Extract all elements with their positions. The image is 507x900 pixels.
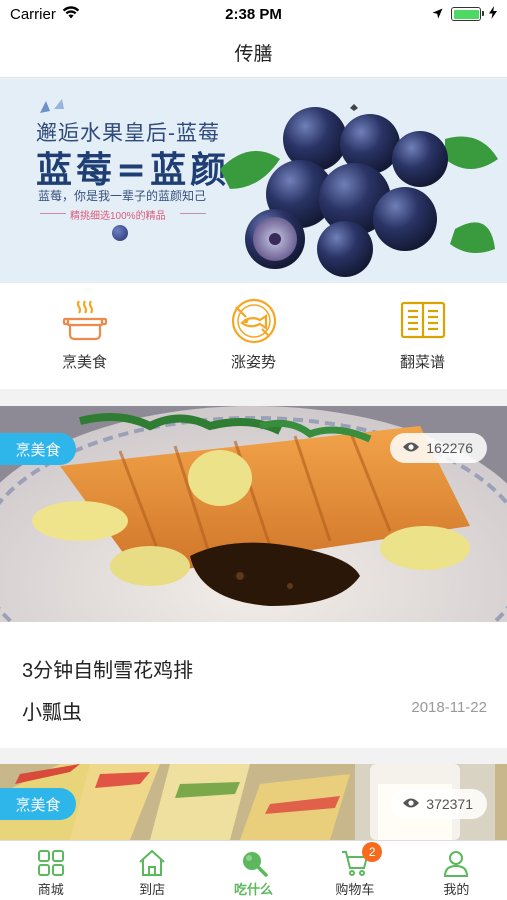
view-count: 372371 [390, 789, 487, 819]
status-bar: Carrier 2:38 PM [0, 0, 507, 28]
tab-label: 到店 [139, 882, 166, 897]
tab-mine[interactable]: 我的 [406, 841, 507, 900]
tab-cart[interactable]: 2 购物车 [304, 841, 405, 900]
view-count-value: 162276 [426, 440, 473, 456]
blueberries-image [220, 104, 498, 277]
magnifier-icon [239, 849, 269, 877]
user-icon [441, 849, 471, 877]
decor-drops-icon [40, 99, 64, 113]
grid-icon [36, 849, 66, 877]
tab-label: 我的 [443, 882, 470, 897]
category-row: 烹美食 涨姿势 翻菜谱 [0, 283, 507, 389]
battery-icon [451, 7, 484, 21]
eye-icon [402, 440, 420, 456]
page-title: 传膳 [234, 44, 273, 65]
category-label: 烹美食 [61, 354, 107, 371]
home-icon [137, 849, 167, 877]
location-arrow-icon [432, 6, 443, 23]
cart-count-badge: 2 [362, 842, 383, 862]
category-cook-food[interactable]: 烹美食 [0, 283, 169, 389]
recipe-author: 小瓢虫 [22, 702, 82, 724]
category-badge: 烹美食 [0, 788, 76, 820]
recipe-title: 3分钟自制雪花鸡排 [22, 660, 194, 682]
fish-plate-icon [230, 297, 278, 345]
category-recipes[interactable]: 翻菜谱 [338, 283, 507, 389]
category-label: 翻菜谱 [399, 354, 445, 371]
status-left: Carrier [10, 6, 80, 23]
view-count-value: 372371 [426, 796, 473, 812]
battery-fill [453, 9, 479, 19]
recipe-card[interactable]: 烹美食 372371 [0, 764, 507, 840]
status-right [432, 5, 497, 23]
bottom-tab-bar: 商城 到店 吃什么 2 购物车 我的 [0, 840, 507, 900]
category-tips[interactable]: 涨姿势 [169, 283, 338, 389]
tab-label: 商城 [37, 882, 64, 897]
tab-label: 购物车 [335, 882, 375, 897]
banner-subtitle: 蓝莓，你是我一辈子的蓝颜知己 [38, 189, 207, 203]
recipe-date: 2018-11-22 [411, 699, 487, 716]
banner-title: 蓝莓=蓝颜 [36, 149, 231, 191]
cooking-pot-icon [61, 297, 109, 345]
charging-icon [489, 5, 497, 23]
blueberry-dot-icon [112, 225, 128, 241]
tab-mall[interactable]: 商城 [0, 841, 101, 900]
wifi-icon [62, 5, 80, 23]
carrier-label: Carrier [10, 5, 56, 23]
banner-tagline: 精挑细选100%的精品 [70, 211, 166, 222]
tab-store[interactable]: 到店 [101, 841, 202, 900]
category-label: 涨姿势 [230, 354, 276, 371]
banner-divider-right [180, 213, 206, 214]
view-count: 162276 [390, 433, 487, 463]
nav-bar: 传膳 [0, 28, 507, 78]
recipe-book-icon [399, 297, 447, 345]
banner-divider-left [40, 213, 66, 214]
category-badge: 烹美食 [0, 433, 76, 465]
eye-icon [402, 796, 420, 812]
recipe-card[interactable]: 烹美食 162276 3分钟自制雪花鸡排 小瓢虫 2018-11-22 [0, 406, 507, 748]
tab-label: 吃什么 [234, 882, 274, 897]
promo-banner[interactable]: 邂逅水果皇后-蓝莓 蓝莓=蓝颜 蓝莓，你是我一辈子的蓝颜知己 精挑细选100%的… [0, 79, 507, 283]
tab-what-to-eat[interactable]: 吃什么 [203, 841, 304, 900]
